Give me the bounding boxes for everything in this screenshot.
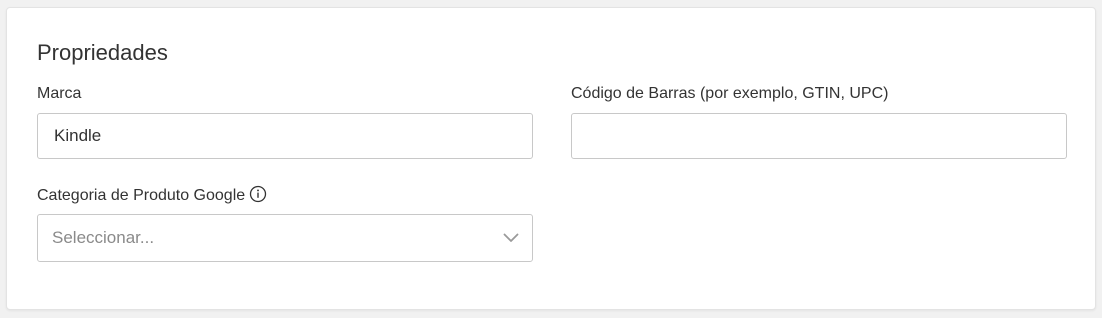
brand-input[interactable] bbox=[37, 113, 533, 159]
section-title: Propriedades bbox=[37, 40, 168, 65]
google-category-label-row: Categoria de Produto Google bbox=[37, 185, 267, 209]
barcode-label: Código de Barras (por exemplo, GTIN, UPC… bbox=[571, 85, 889, 102]
barcode-input[interactable] bbox=[571, 113, 1067, 159]
properties-card: Propriedades Marca Código de Barras (por… bbox=[6, 7, 1096, 310]
info-icon[interactable] bbox=[249, 185, 267, 209]
brand-label: Marca bbox=[37, 85, 82, 102]
chevron-down-icon[interactable] bbox=[502, 229, 520, 247]
google-category-select[interactable]: Seleccionar... bbox=[37, 214, 533, 262]
google-category-label: Categoria de Produto Google bbox=[37, 187, 246, 204]
google-category-selected: Seleccionar... bbox=[52, 228, 155, 247]
